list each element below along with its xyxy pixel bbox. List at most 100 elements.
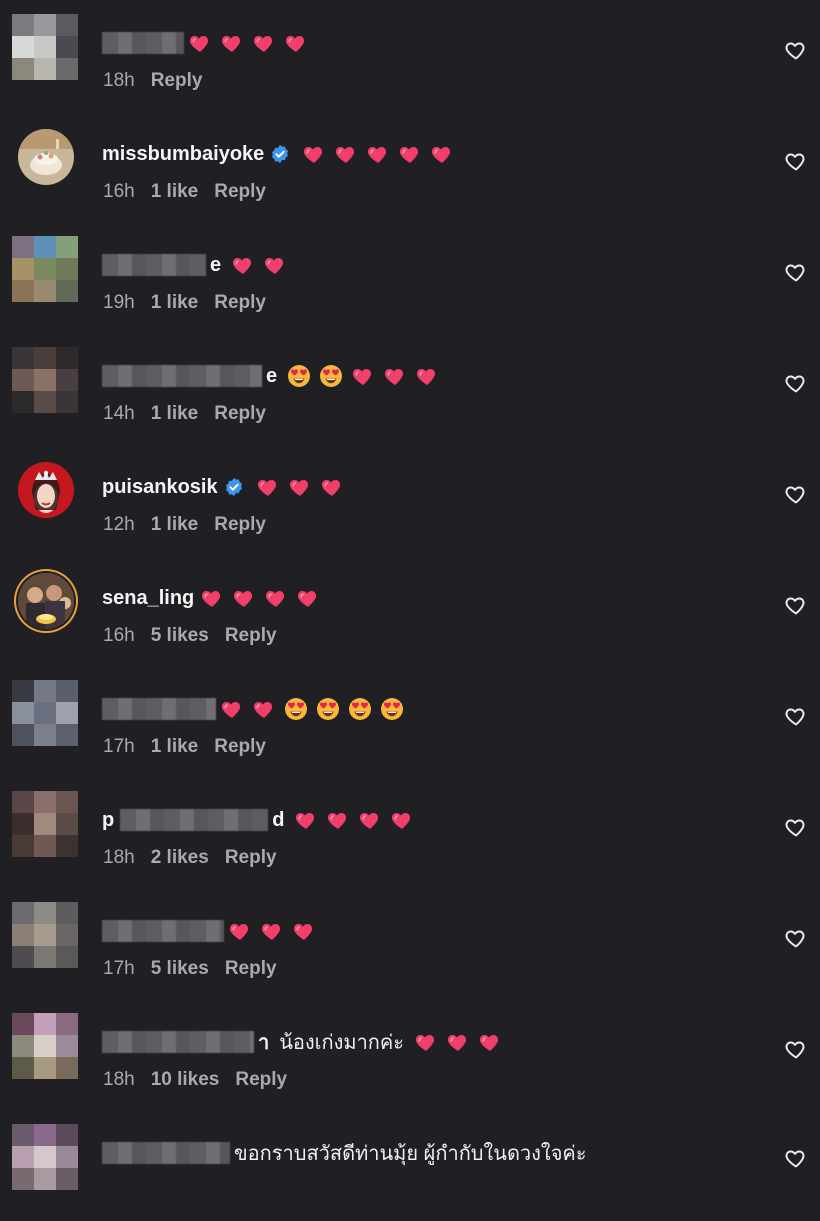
avatar-pixel bbox=[12, 14, 34, 36]
avatar[interactable] bbox=[12, 1013, 78, 1079]
comment-body: missbumbaiyoke bbox=[102, 139, 454, 169]
censored-username[interactable] bbox=[120, 809, 269, 831]
likes-count[interactable]: 1 like bbox=[151, 403, 199, 424]
censored-username[interactable] bbox=[102, 365, 262, 387]
avatar[interactable] bbox=[18, 129, 74, 185]
reply-button[interactable]: Reply bbox=[225, 625, 277, 646]
censored-username[interactable] bbox=[102, 920, 224, 942]
reply-button[interactable]: Reply bbox=[214, 292, 266, 313]
avatar[interactable] bbox=[12, 347, 78, 413]
username-fragment: e bbox=[210, 253, 222, 276]
avatar-pixel bbox=[12, 36, 34, 58]
avatar-pixel bbox=[34, 813, 56, 835]
heart-emoji-icon bbox=[231, 253, 255, 277]
reply-button[interactable]: Reply bbox=[214, 403, 266, 424]
comment-body bbox=[102, 28, 308, 58]
avatar[interactable] bbox=[12, 236, 78, 302]
censored-username[interactable] bbox=[102, 1031, 254, 1053]
reply-button[interactable]: Reply bbox=[235, 1069, 287, 1090]
likes-count[interactable]: 1 like bbox=[151, 514, 199, 535]
reply-button[interactable]: Reply bbox=[214, 181, 266, 202]
username[interactable]: p bbox=[102, 809, 114, 832]
avatar-pixel bbox=[56, 835, 78, 857]
heart-emoji-icon bbox=[284, 31, 308, 55]
comment-meta: 19h 1 like Reply bbox=[103, 292, 282, 314]
censored-username[interactable] bbox=[102, 32, 184, 54]
avatar-pixel bbox=[34, 1124, 56, 1146]
avatar-pixel bbox=[12, 813, 34, 835]
comment-body: pd bbox=[102, 805, 414, 835]
reply-button[interactable]: Reply bbox=[151, 70, 203, 91]
emoji-group bbox=[414, 1030, 502, 1054]
avatar[interactable] bbox=[12, 680, 78, 746]
comment-meta: 16h 1 like Reply bbox=[103, 181, 282, 203]
comment-body: e bbox=[102, 250, 287, 280]
reply-button[interactable]: Reply bbox=[214, 514, 266, 535]
avatar-pixel bbox=[12, 724, 34, 746]
heart-eyes-emoji-icon bbox=[380, 697, 404, 721]
like-heart-icon[interactable] bbox=[784, 1037, 808, 1061]
censored-username[interactable] bbox=[102, 254, 206, 276]
like-heart-icon[interactable] bbox=[784, 482, 808, 506]
likes-count[interactable]: 1 like bbox=[151, 736, 199, 757]
likes-count[interactable]: 1 like bbox=[151, 292, 199, 313]
avatar[interactable] bbox=[12, 14, 78, 80]
avatar[interactable] bbox=[12, 902, 78, 968]
heart-emoji-icon bbox=[292, 919, 316, 943]
timestamp: 17h bbox=[103, 736, 135, 757]
comment-meta: 18h Reply bbox=[103, 70, 218, 92]
censored-username[interactable] bbox=[102, 1142, 230, 1164]
like-heart-icon[interactable] bbox=[784, 926, 808, 950]
avatar-pixel bbox=[12, 1124, 34, 1146]
likes-count[interactable]: 1 like bbox=[151, 181, 199, 202]
timestamp: 14h bbox=[103, 403, 135, 424]
like-heart-icon[interactable] bbox=[784, 593, 808, 617]
avatar-pixel bbox=[56, 902, 78, 924]
reply-button[interactable]: Reply bbox=[214, 736, 266, 757]
heart-emoji-icon bbox=[252, 697, 276, 721]
avatar-pixel bbox=[34, 1146, 56, 1168]
likes-count[interactable]: 10 likes bbox=[151, 1069, 220, 1090]
like-heart-icon[interactable] bbox=[784, 260, 808, 284]
like-heart-icon[interactable] bbox=[784, 38, 808, 62]
avatar-pixel bbox=[56, 791, 78, 813]
avatar[interactable] bbox=[18, 573, 74, 629]
heart-emoji-icon bbox=[188, 31, 212, 55]
comment-text: น้องเก่งมากค่ะ bbox=[279, 1032, 405, 1054]
like-heart-icon[interactable] bbox=[784, 149, 808, 173]
avatar-pixel bbox=[56, 1124, 78, 1146]
reply-button[interactable]: Reply bbox=[225, 847, 277, 868]
likes-count[interactable]: 2 likes bbox=[151, 847, 209, 868]
username[interactable]: missbumbaiyoke bbox=[102, 143, 264, 166]
likes-count[interactable]: 5 likes bbox=[151, 625, 209, 646]
comment-row: e 19h 1 like Reply bbox=[0, 222, 820, 333]
avatar[interactable] bbox=[18, 462, 74, 518]
heart-emoji-icon bbox=[415, 364, 439, 388]
like-heart-icon[interactable] bbox=[784, 1146, 808, 1170]
like-heart-icon[interactable] bbox=[784, 704, 808, 728]
timestamp: 17h bbox=[103, 958, 135, 979]
avatar-pixel bbox=[12, 680, 34, 702]
heart-emoji-icon bbox=[390, 808, 414, 832]
username[interactable]: puisankosik bbox=[102, 476, 218, 499]
avatar-pixel bbox=[12, 258, 34, 280]
emoji-group bbox=[220, 697, 404, 721]
like-heart-icon[interactable] bbox=[784, 815, 808, 839]
avatar-pixel bbox=[12, 280, 34, 302]
comment-meta: 14h 1 like Reply bbox=[103, 403, 282, 425]
avatar[interactable] bbox=[12, 791, 78, 857]
timestamp: 12h bbox=[103, 514, 135, 535]
comment-row: า น้องเก่งมากค่ะ 18h 10 likes Reply bbox=[0, 999, 820, 1110]
username[interactable]: sena_ling bbox=[102, 587, 194, 610]
comment-meta: 16h 5 likes Reply bbox=[103, 625, 293, 647]
avatar[interactable] bbox=[12, 1124, 78, 1190]
timestamp: 18h bbox=[103, 847, 135, 868]
like-heart-icon[interactable] bbox=[784, 371, 808, 395]
reply-button[interactable]: Reply bbox=[225, 958, 277, 979]
censored-username[interactable] bbox=[102, 698, 216, 720]
avatar-pixel bbox=[56, 924, 78, 946]
heart-eyes-emoji-icon bbox=[319, 364, 343, 388]
heart-eyes-emoji-icon bbox=[287, 364, 311, 388]
likes-count[interactable]: 5 likes bbox=[151, 958, 209, 979]
heart-emoji-icon bbox=[220, 697, 244, 721]
